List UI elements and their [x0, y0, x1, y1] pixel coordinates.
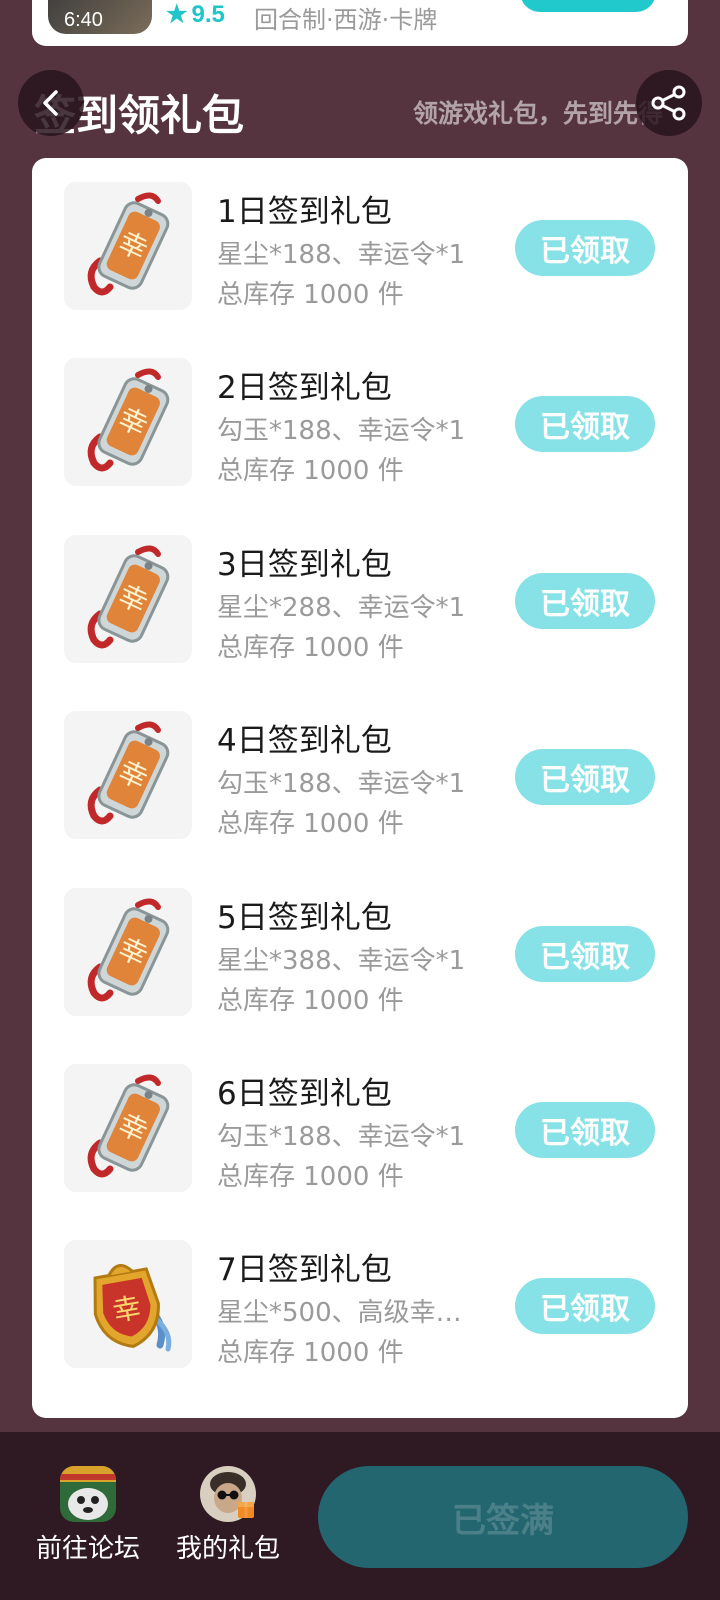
gift-row[interactable]: 幸 5日签到礼包 星尘*388、幸运令*1 总库存 1000 件 已领取 — [32, 864, 688, 1044]
claimed-button[interactable]: 已领取 — [515, 749, 655, 806]
claimed-button[interactable]: 已领取 — [515, 1278, 655, 1335]
gift-content: 星尘*388、幸运令*1 — [217, 945, 466, 976]
lucky-tag-icon: 幸 — [64, 1064, 192, 1192]
signed-full-button[interactable]: 已签满 — [318, 1466, 688, 1568]
forum-game-icon — [60, 1466, 116, 1522]
gift-row[interactable]: 幸 4日签到礼包 勾玉*188、幸运令*1 总库存 1000 件 已领取 — [32, 687, 688, 867]
lucky-tag-icon: 幸 — [64, 711, 192, 840]
game-score: ★ 9.5 — [166, 1, 225, 28]
my-gift-link[interactable]: 我的礼包 — [168, 1466, 288, 1565]
claimed-button[interactable]: 已领取 — [515, 572, 655, 629]
star-icon: ★ — [166, 1, 188, 28]
gift-row[interactable]: 幸 7日签到礼包 星尘*500、高级幸… 总库存 1000 件 已领取 — [32, 1216, 688, 1396]
game-thumbnail[interactable]: 6:40 — [48, 0, 152, 34]
claimed-button[interactable]: 已领取 — [515, 396, 655, 453]
gift-content: 星尘*188、幸运令*1 — [217, 240, 466, 270]
game-card[interactable]: 6:40 ★ 9.5 回合制·西游·卡牌 — [32, 0, 688, 46]
gift-content: 星尘*500、高级幸… — [217, 1298, 462, 1329]
forum-link[interactable]: 前往论坛 — [28, 1466, 148, 1565]
claimed-button[interactable]: 已领取 — [515, 220, 655, 276]
gift-stock: 总库存 1000 件 — [217, 632, 404, 663]
back-button[interactable] — [18, 70, 84, 136]
gift-stock: 总库存 1000 件 — [217, 456, 404, 487]
gift-name: 4日签到礼包 — [217, 723, 392, 760]
lucky-tag-icon: 幸 — [64, 182, 192, 310]
gift-name: 1日签到礼包 — [217, 194, 392, 230]
gift-content: 勾玉*188、幸运令*1 — [217, 769, 466, 800]
gift-stock: 总库存 1000 件 — [217, 1162, 404, 1192]
share-icon — [651, 85, 686, 121]
video-duration: 6:40 — [64, 9, 103, 31]
gift-content: 勾玉*188、幸运令*1 — [217, 1122, 466, 1152]
gift-stock: 总库存 1000 件 — [217, 1338, 404, 1369]
lucky-tag-icon: 幸 — [64, 358, 192, 487]
chevron-left-icon — [43, 90, 58, 116]
gift-row[interactable]: 幸 1日签到礼包 星尘*188、幸运令*1 总库存 1000 件 已领取 — [32, 158, 688, 338]
gift-stock: 总库存 1000 件 — [217, 809, 404, 840]
gift-name: 7日签到礼包 — [217, 1252, 392, 1289]
gold-lucky-tag-icon: 幸 — [64, 1240, 192, 1369]
lucky-tag-icon: 幸 — [64, 887, 192, 1016]
gift-row[interactable]: 幸 6日签到礼包 勾玉*188、幸运令*1 总库存 1000 件 已领取 — [32, 1040, 688, 1220]
bottom-bar: 前往论坛 我的礼包 已签满 — [0, 1432, 720, 1600]
gift-name: 5日签到礼包 — [217, 899, 392, 936]
gift-row[interactable]: 幸 3日签到礼包 星尘*288、幸运令*1 总库存 1000 件 已领取 — [32, 511, 688, 691]
game-tags: 回合制·西游·卡牌 — [254, 6, 438, 34]
gift-stock: 总库存 1000 件 — [217, 280, 404, 310]
gift-name: 6日签到礼包 — [217, 1076, 392, 1112]
forum-label: 前往论坛 — [35, 1534, 140, 1564]
gift-name: 3日签到礼包 — [217, 546, 392, 583]
gift-list-panel: 幸 1日签到礼包 星尘*188、幸运令*1 总库存 1000 件 已领取 幸 2… — [32, 158, 688, 1418]
claimed-button[interactable]: 已领取 — [515, 925, 655, 982]
game-action-button[interactable] — [520, 0, 656, 12]
gift-name: 2日签到礼包 — [217, 370, 392, 407]
my-gift-label: 我的礼包 — [175, 1534, 280, 1564]
gift-row[interactable]: 幸 2日签到礼包 勾玉*188、幸运令*1 总库存 1000 件 已领取 — [32, 334, 688, 514]
gift-content: 勾玉*188、幸运令*1 — [217, 416, 466, 447]
claimed-button[interactable]: 已领取 — [515, 1102, 655, 1158]
svg-text:幸: 幸 — [110, 1291, 143, 1328]
user-avatar-icon — [200, 1466, 256, 1522]
gift-stock: 总库存 1000 件 — [217, 985, 404, 1016]
lucky-tag-icon: 幸 — [64, 534, 192, 663]
share-button[interactable] — [636, 70, 702, 136]
gift-content: 星尘*288、幸运令*1 — [217, 592, 466, 623]
